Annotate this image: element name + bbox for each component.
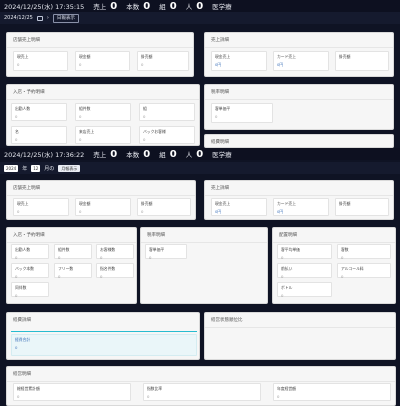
sales-stat: 売上 0 bbox=[93, 148, 118, 160]
year-unit: 年 bbox=[22, 165, 28, 172]
panel-title: 売上詳細 bbox=[205, 181, 393, 196]
summary-cell: 指名件数 0 bbox=[96, 263, 134, 279]
people-stat: 人0 bbox=[185, 0, 204, 12]
user-name: 医学療 bbox=[212, 3, 232, 11]
summary-cell: お客様数 0 bbox=[96, 244, 134, 260]
panel-title: 経費詳細 bbox=[13, 318, 31, 323]
summary-cell: 客単価平 0 bbox=[145, 244, 187, 260]
year-select[interactable]: 2024 bbox=[4, 164, 19, 172]
user-name: 医学療 bbox=[212, 151, 232, 159]
summary-cell: バックお客様 0 bbox=[139, 126, 195, 144]
datetime: 2024/12/25(水) 17:36:22 bbox=[4, 151, 85, 159]
count-stat: 本数 0 bbox=[126, 148, 151, 160]
accent-rule bbox=[11, 331, 197, 332]
top-other-panel: 経費明細 bbox=[204, 134, 394, 148]
top-sales-panel: 店舗売上明細 現売上 0 現金額 0 掛売額 0 bbox=[6, 32, 194, 77]
summary-cell: 現売上 0 bbox=[13, 198, 69, 216]
summary-cell: 現金売上 0円 bbox=[211, 51, 267, 71]
group-stat: 組0 bbox=[159, 0, 177, 12]
date-label: 2024/12/25 bbox=[4, 15, 33, 21]
summary-cell: 客単価平 0 bbox=[211, 103, 273, 123]
summary-cell: 来店売上 0 bbox=[75, 126, 131, 144]
chevron-right-icon[interactable]: › bbox=[47, 15, 49, 21]
monthly-report-button[interactable]: 月報表示 bbox=[58, 164, 81, 172]
summary-cell: 掛売額 0 bbox=[137, 198, 191, 216]
summary-cell: カード売上 0円 bbox=[273, 51, 329, 71]
daily-report-button[interactable]: 日報表示 bbox=[52, 13, 79, 23]
sales-stat: 売上 0 bbox=[93, 0, 118, 12]
top-tax-panel: 税率明細 客単価平 0 bbox=[204, 84, 394, 130]
panel-title: 経営状態順位比 bbox=[205, 313, 395, 328]
summary-cell: ボトル 0 bbox=[277, 282, 332, 298]
bottom-misc-panel: 経営明細 総経営累計額 0 指数比率 0 年度経営額 0 bbox=[6, 366, 396, 406]
bottom-upper-panel: 売上詳細 現金売上 0円 カード売上 0円 掛売額 bbox=[204, 180, 394, 220]
summary-cell: フリー数 0 bbox=[54, 263, 92, 279]
summary-cell: 現金売上 0円 bbox=[211, 198, 267, 216]
summary-cell: 現売上 0 bbox=[13, 51, 68, 71]
panel-title: 店舗売上明細 bbox=[7, 181, 195, 196]
summary-cell: 出勤人数 0 bbox=[11, 244, 49, 260]
bottom-sales-panel: 店舗売上明細 現売上 0 現金額 0 掛売額 0 bbox=[6, 180, 196, 220]
panel-title: 配置明細 bbox=[273, 228, 395, 243]
summary-cell: 客平均単価 0 bbox=[277, 244, 332, 260]
summary-cell: 現金額 0 bbox=[75, 198, 131, 216]
summary-cell: カード売上 0円 bbox=[273, 198, 329, 216]
summary-cell: 組件数 0 bbox=[54, 244, 92, 260]
summary-cell: 現金額 0 bbox=[75, 51, 130, 71]
count-stat: 本数 0 bbox=[126, 0, 151, 12]
header-top: 2024/12/25(水) 17:35:15 売上 0 本数 0 組0 人0 医学療 bbox=[0, 0, 400, 12]
panel-title: 入店・予約明細 bbox=[7, 85, 199, 100]
bottom-ranking-panel: 経営状態順位比 bbox=[204, 312, 396, 360]
summary-cell: 掛売額 bbox=[335, 198, 389, 216]
summary-cell: 経費合計 0 bbox=[11, 334, 197, 356]
summary-cell: バック本数 0 bbox=[11, 263, 49, 279]
summary-cell: 前払い 0 bbox=[277, 263, 332, 279]
panel-title: 入店・予約明細 bbox=[7, 228, 136, 243]
group-stat: 組0 bbox=[159, 148, 177, 160]
summary-cell: 掛売額 bbox=[335, 51, 389, 71]
summary-cell: 掛売額 0 bbox=[137, 51, 189, 71]
bottom-expense-panel: 経費詳細 経費合計 0 bbox=[6, 312, 200, 360]
bottom-cast-panel: 配置明細 客平均単価 0 客数 0 前払い 0 アルコール料 0 ボトル 0 bbox=[272, 227, 396, 304]
month-unit: 月の bbox=[44, 165, 55, 172]
panel-title: 売上詳細 bbox=[205, 33, 393, 48]
summary-cell: 指数比率 0 bbox=[143, 383, 261, 401]
panel-title: 税率明細 bbox=[205, 85, 393, 100]
bottom-tax-panel: 税率明細 客単価平 0 bbox=[140, 227, 268, 304]
panel-title: 税率明細 bbox=[141, 228, 267, 243]
summary-cell: 総経営累計額 0 bbox=[13, 383, 131, 401]
summary-cell: 客数 0 bbox=[337, 244, 391, 260]
summary-cell: 名0 bbox=[11, 126, 67, 144]
header-bottom: 2024/12/25(水) 17:36:22 売上 0 本数 0 組0 人0 医学療 bbox=[0, 148, 400, 160]
summary-cell: 組0 bbox=[139, 103, 195, 121]
month-bar: 2024 年 12 月の 月報表示 bbox=[0, 162, 400, 174]
panel-title: 経営明細 bbox=[7, 367, 395, 382]
panel-title: 店舗売上明細 bbox=[7, 33, 193, 48]
people-stat: 人0 bbox=[185, 148, 204, 160]
date-bar: 2024/12/25 › 日報表示 bbox=[0, 12, 400, 24]
summary-cell: アルコール料 0 bbox=[337, 263, 391, 279]
summary-cell: 年度経営額 0 bbox=[273, 383, 391, 401]
top-upper-panel: 売上詳細 現金売上 0円 カード売上 0円 掛売額 bbox=[204, 32, 394, 77]
calendar-icon[interactable] bbox=[36, 15, 43, 21]
summary-cell: 組件数 0 bbox=[75, 103, 131, 121]
bottom-visit-panel: 入店・予約明細 出勤人数 0 組件数 0 お客様数 0 バック本数 0 フリー数 0 指名… bbox=[6, 227, 137, 304]
month-select[interactable]: 12 bbox=[31, 164, 41, 172]
summary-cell: 出勤人数 0 bbox=[11, 103, 67, 121]
summary-cell: 同伴数 0 bbox=[11, 282, 49, 298]
top-visit-panel: 入店・予約明細 出勤人数 0 組件数 0 組0 名0 来店売上 0 バックお客様 0 bbox=[6, 84, 200, 146]
datetime: 2024/12/25(水) 17:35:15 bbox=[4, 3, 85, 11]
panel-title: 経費明細 bbox=[205, 135, 393, 147]
